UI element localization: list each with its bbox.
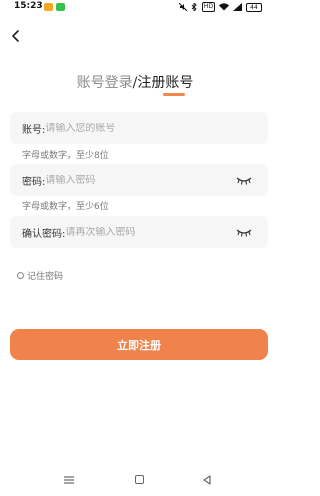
- status-time: 15:23: [14, 1, 43, 11]
- account-input[interactable]: [45, 122, 268, 134]
- eye-closed-icon[interactable]: [236, 227, 252, 237]
- confirm-password-input[interactable]: [65, 226, 236, 238]
- password-hint: 字母或数字，至少6位: [22, 202, 109, 212]
- system-nav-bar: [0, 470, 270, 490]
- app-notification-icon: [44, 3, 53, 11]
- register-button[interactable]: 立即注册: [10, 329, 268, 360]
- hd-badge: HD: [201, 2, 215, 12]
- bluetooth-icon: [191, 3, 197, 11]
- account-hint: 字母或数字，至少8位: [22, 151, 109, 161]
- password-label: 密码:: [22, 176, 46, 188]
- remember-password-checkbox[interactable]: 记住密码: [17, 269, 63, 282]
- account-label: 账号:: [22, 124, 46, 136]
- eye-closed-icon[interactable]: [236, 175, 252, 185]
- tab-account-login[interactable]: 账号登录: [77, 75, 133, 91]
- confirm-password-label: 确认密码:: [22, 228, 66, 240]
- nav-back-icon[interactable]: [202, 475, 212, 485]
- radio-unchecked-icon: [17, 272, 24, 279]
- remember-password-label: 记住密码: [27, 272, 64, 282]
- active-tab-underline: [163, 93, 185, 96]
- account-field[interactable]: 账号:: [10, 112, 268, 144]
- page-title: 账号登录/注册账号: [0, 72, 270, 92]
- wifi-icon: [219, 3, 229, 11]
- menu-icon[interactable]: [64, 476, 74, 484]
- battery-indicator: 44: [246, 2, 262, 12]
- confirm-password-field[interactable]: 确认密码:: [10, 216, 268, 248]
- mute-icon: [178, 3, 187, 11]
- home-icon[interactable]: [135, 475, 144, 484]
- signal-icon: [233, 3, 242, 11]
- password-input[interactable]: [45, 174, 236, 186]
- password-field[interactable]: 密码:: [10, 164, 268, 196]
- status-indicators: HD 44: [178, 2, 262, 12]
- message-notification-icon: [56, 3, 65, 11]
- notification-icons: [44, 3, 65, 11]
- status-bar: 15:23 HD 44: [0, 0, 270, 14]
- back-button[interactable]: [8, 28, 24, 44]
- arrow-left-icon: [12, 30, 19, 42]
- tab-register-account[interactable]: 注册账号: [137, 75, 193, 91]
